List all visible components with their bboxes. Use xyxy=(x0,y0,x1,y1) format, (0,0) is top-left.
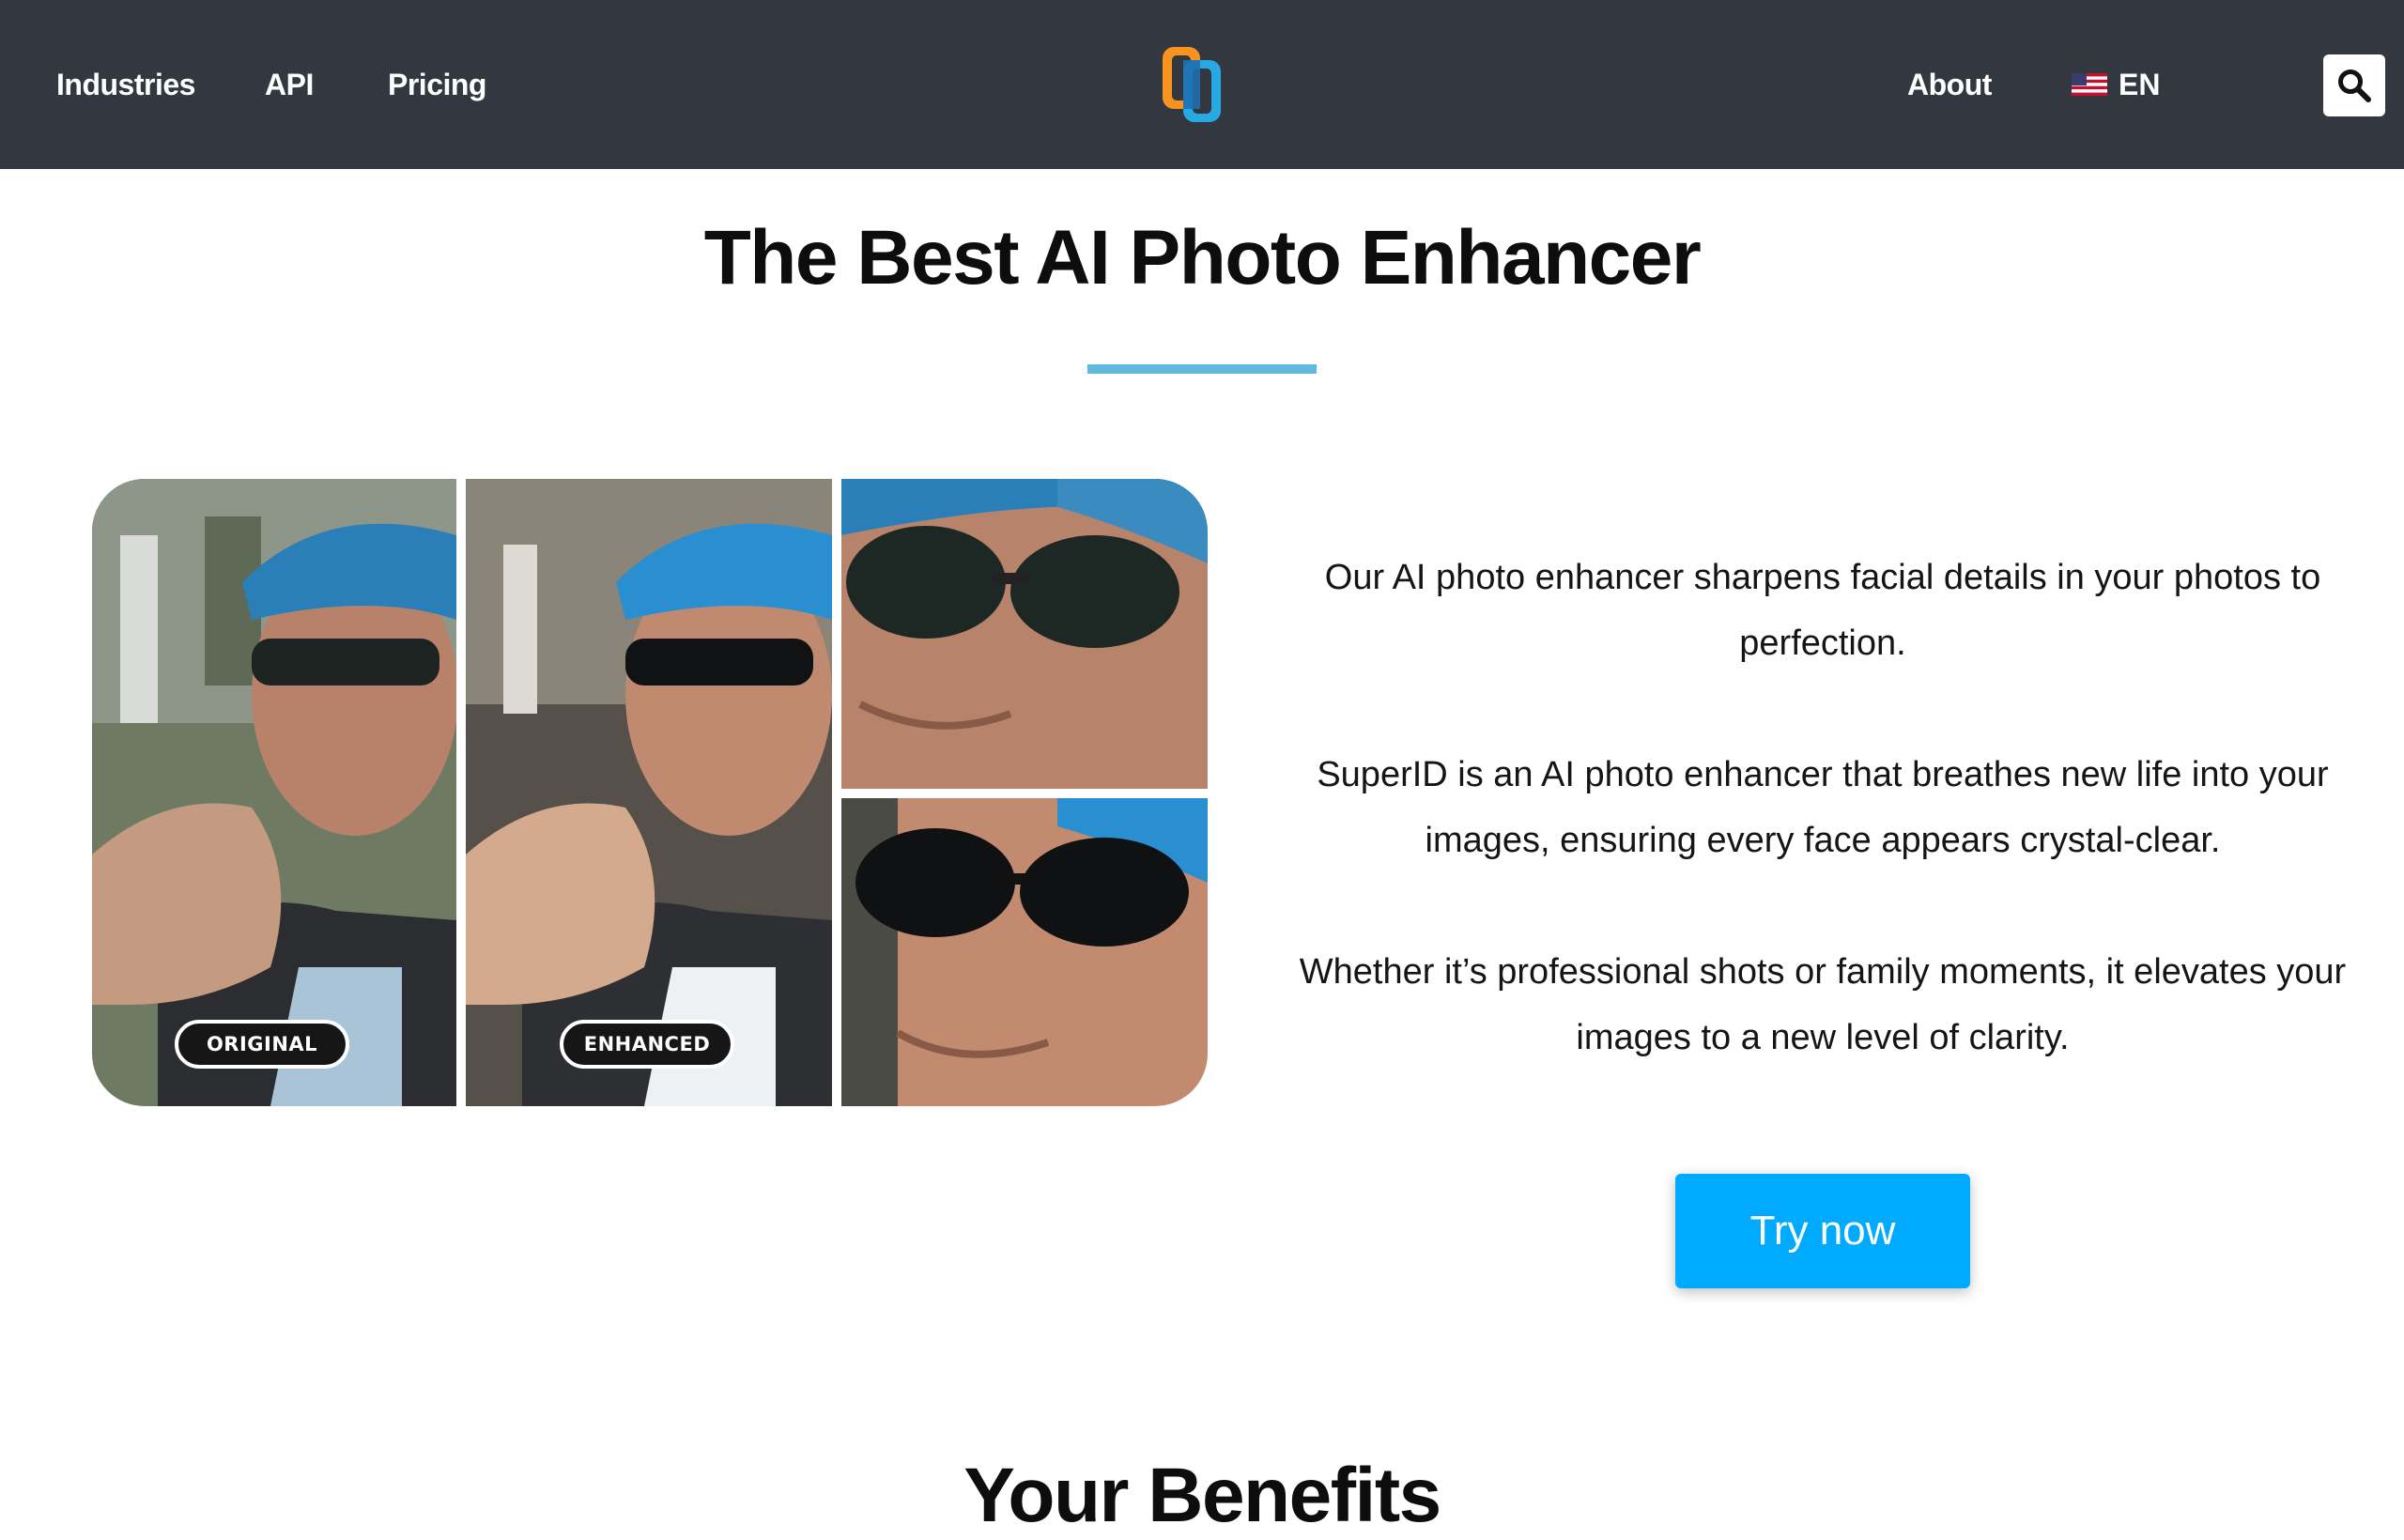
original-photo xyxy=(92,479,456,1106)
nav-about-link[interactable]: About xyxy=(1907,62,1992,107)
enhanced-photo xyxy=(466,479,832,1106)
try-now-button[interactable]: Try now xyxy=(1675,1174,1970,1288)
language-selector[interactable]: EN xyxy=(2072,62,2160,107)
description-paragraph-2: SuperID is an AI photo enhancer that bre… xyxy=(1317,755,2329,860)
original-closeup-photo xyxy=(841,479,1208,789)
logo-icon xyxy=(1163,47,1221,122)
description-paragraph-3: Whether it’s professional shots or famil… xyxy=(1299,952,2347,1057)
enhanced-closeup-photo xyxy=(841,798,1208,1106)
enhanced-label: ENHANCED xyxy=(560,1020,734,1069)
search-icon xyxy=(2338,69,2371,102)
brand-logo[interactable] xyxy=(1159,45,1225,124)
nav-pricing-link[interactable]: Pricing xyxy=(388,62,486,107)
description-paragraph-1: Our AI photo enhancer sharpens facial de… xyxy=(1324,558,2321,663)
language-code: EN xyxy=(2119,67,2161,101)
nav-api-link[interactable]: API xyxy=(265,62,314,107)
original-label: ORIGINAL xyxy=(175,1020,349,1069)
top-navbar: Industries API Pricing About EN xyxy=(0,0,2404,169)
benefits-section-title: Your Benefits xyxy=(963,1453,1441,1538)
nav-industries-link[interactable]: Industries xyxy=(56,62,195,107)
title-underline xyxy=(1087,364,1317,374)
search-button[interactable] xyxy=(2323,54,2385,116)
us-flag-icon xyxy=(2072,73,2107,96)
page-title: The Best AI Photo Enhancer xyxy=(703,215,1702,300)
before-after-collage: ORIGINAL ENHANCED xyxy=(92,479,1208,1106)
